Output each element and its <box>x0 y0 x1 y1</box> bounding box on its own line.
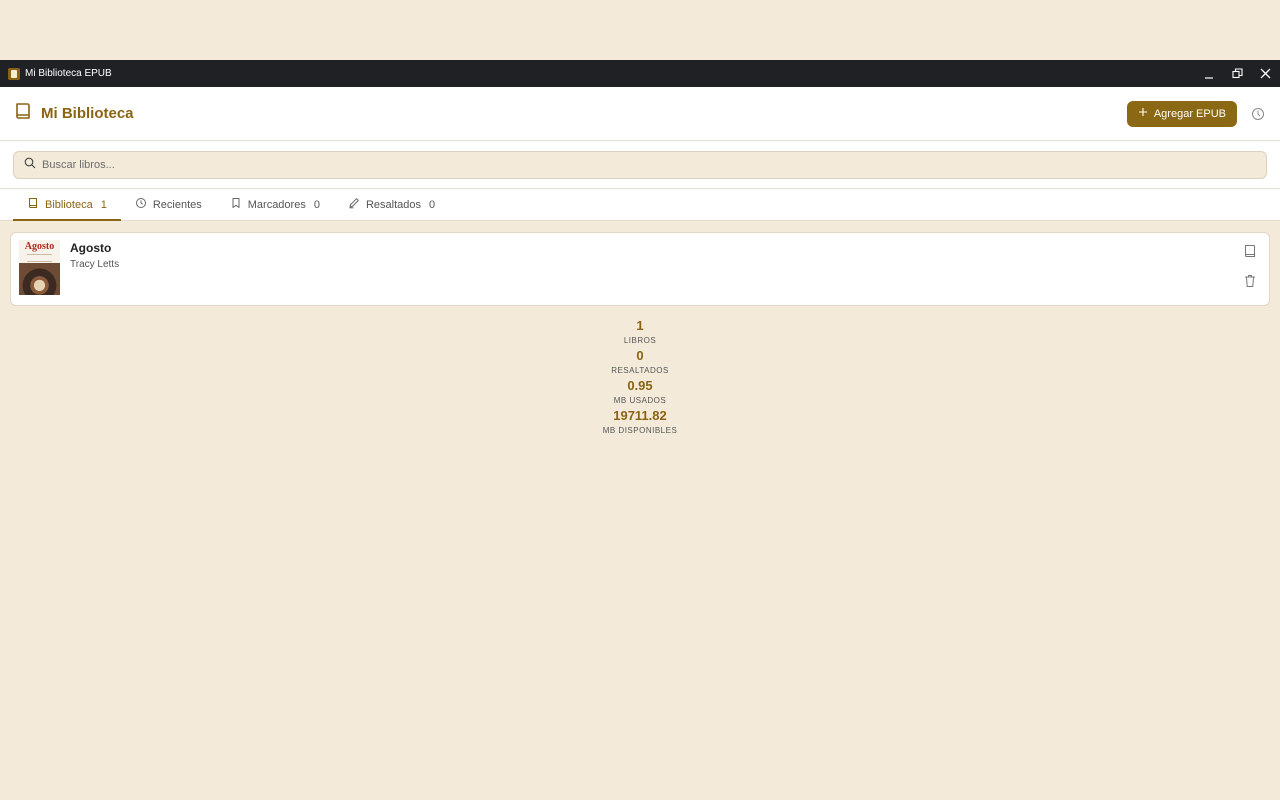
add-epub-button[interactable]: Agregar EPUB <box>1126 100 1237 127</box>
theme-toggle-icon[interactable] <box>1249 105 1267 123</box>
open-book-icon[interactable] <box>1243 243 1257 259</box>
tab-count: 0 <box>429 198 436 211</box>
cover-title: Agosto <box>24 241 55 252</box>
pencil-icon <box>348 197 360 212</box>
plus-icon <box>1138 107 1148 120</box>
stat-value: 19711.82 <box>613 408 667 423</box>
stat-label: MB USADOS <box>613 396 667 405</box>
tab-resaltados[interactable]: Resaltados 0 <box>334 189 449 220</box>
library-stats: 1 LIBROS 0 RESALTADOS 0.95 MB USADOS 197… <box>10 318 1270 438</box>
page-title: Mi Biblioteca <box>41 105 134 122</box>
book-icon <box>27 197 39 212</box>
book-cover: Agosto <box>19 240 60 295</box>
tab-label: Resaltados <box>365 198 421 211</box>
minimize-icon[interactable] <box>1202 67 1216 81</box>
book-info: Agosto Tracy Letts <box>70 241 119 270</box>
stat-value: 1 <box>636 318 644 333</box>
app-header: Mi Biblioteca Agregar EPUB <box>0 87 1280 141</box>
restore-icon[interactable] <box>1230 67 1244 81</box>
app-book-icon <box>8 67 20 80</box>
brand: Mi Biblioteca <box>13 101 134 126</box>
stat-value: 0.95 <box>627 378 653 393</box>
window-title: Mi Biblioteca EPUB <box>25 68 112 79</box>
title-bar: Mi Biblioteca EPUB <box>0 60 1280 87</box>
stat-resaltados: 0 RESALTADOS <box>611 348 669 378</box>
tab-recientes[interactable]: Recientes <box>121 189 216 220</box>
bookmark-icon <box>230 197 242 212</box>
close-icon[interactable] <box>1258 67 1272 81</box>
cover-art <box>19 263 60 295</box>
stat-label: RESALTADOS <box>611 366 669 375</box>
tab-label: Biblioteca <box>45 198 93 211</box>
add-epub-label: Agregar EPUB <box>1153 107 1226 120</box>
stat-libros: 1 LIBROS <box>624 318 656 348</box>
tab-count: 0 <box>313 198 320 211</box>
stat-value: 0 <box>636 348 644 363</box>
book-card[interactable]: Agosto Agosto Tracy Letts <box>10 232 1270 306</box>
book-author: Tracy Letts <box>70 259 120 270</box>
tab-label: Marcadores <box>247 198 306 211</box>
clock-icon <box>135 197 147 212</box>
search-box <box>13 151 1267 179</box>
tab-bar: Biblioteca 1 Recientes Marcadores 0 Resa… <box>0 189 1280 221</box>
tab-label: Recientes <box>152 198 202 211</box>
stat-mb-usados: 0.95 MB USADOS <box>614 378 667 408</box>
window-controls <box>1202 67 1272 81</box>
trash-icon[interactable] <box>1243 273 1257 289</box>
library-content: Agosto Agosto Tracy Letts 1 LIBROS 0 RES… <box>0 221 1280 438</box>
stat-label: MB DISPONIBLES <box>602 426 678 435</box>
stat-label: LIBROS <box>623 336 657 345</box>
tab-count: 1 <box>100 198 107 211</box>
book-icon <box>13 101 33 126</box>
tab-marcadores[interactable]: Marcadores 0 <box>216 189 334 220</box>
cover-subtitle-lines <box>27 254 52 262</box>
tab-biblioteca[interactable]: Biblioteca 1 <box>13 189 121 221</box>
app-window: Mi Biblioteca EPUB Mi Biblioteca Agregar… <box>0 60 1280 800</box>
search-bar <box>0 141 1280 189</box>
book-title: Agosto <box>70 241 112 255</box>
book-actions <box>1243 243 1257 289</box>
header-actions: Agregar EPUB <box>1126 100 1267 127</box>
search-input[interactable] <box>42 159 1256 171</box>
search-icon <box>24 156 36 174</box>
stat-mb-disponibles: 19711.82 MB DISPONIBLES <box>603 408 678 438</box>
